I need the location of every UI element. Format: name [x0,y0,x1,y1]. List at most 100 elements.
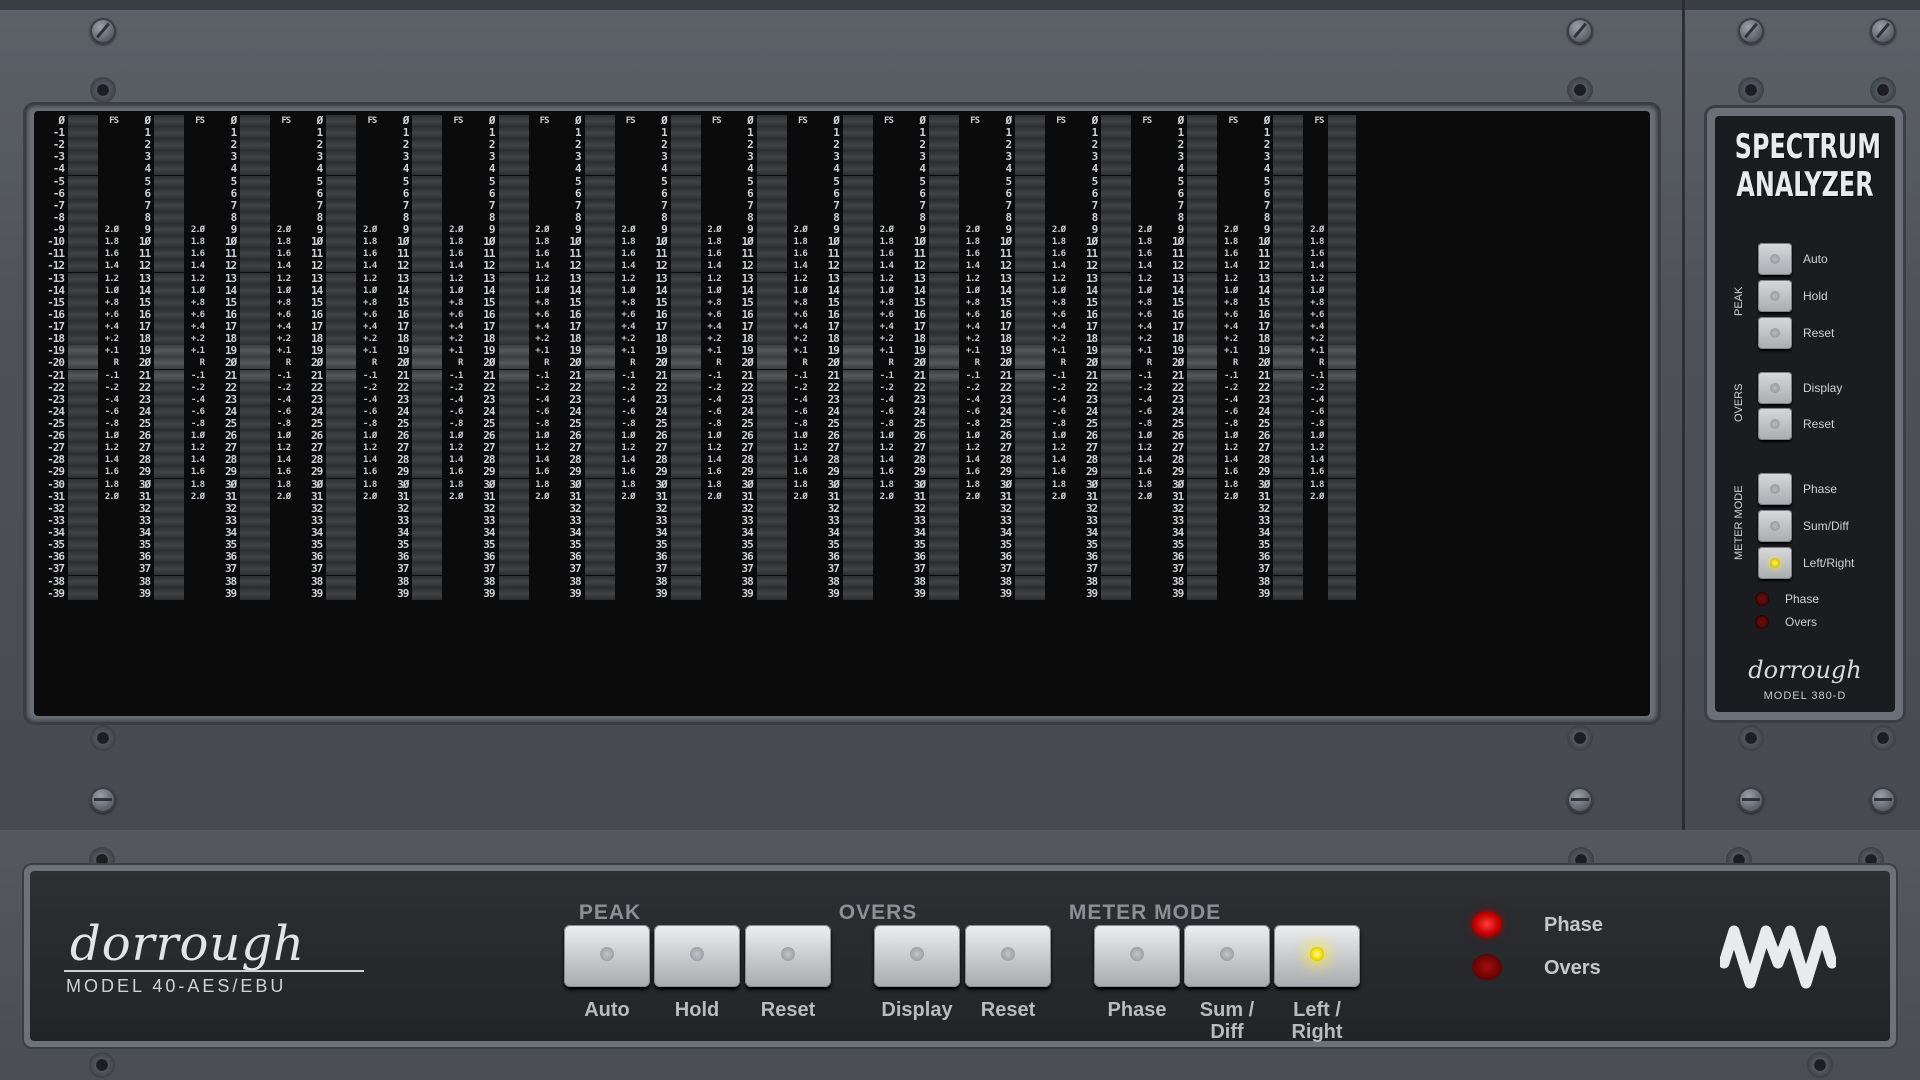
meter-segment [670,272,701,285]
db-tick-label: 6 [316,186,324,200]
phase-tick-label: 2.Ø [535,225,549,236]
db-tick-label: 5 [919,174,926,188]
phase-tick-label: -.8 [190,419,205,429]
meter-segment [498,514,529,527]
meter-segment [1187,163,1218,176]
meter-segment [1101,163,1132,176]
db-tick-label: 23 [1172,392,1184,406]
meter-segment [498,527,529,540]
phase-tick-label: -.8 [965,419,980,429]
bolt-icon [1567,725,1593,751]
side-peak-reset-button[interactable] [1758,317,1792,349]
side-left-right-button[interactable] [1758,547,1792,579]
db-tick-label: 4 [402,162,410,176]
meter-segment [1101,587,1132,600]
side-auto-label: Auto [1803,252,1828,266]
meter-segment [240,272,271,285]
phase-tick-label: 1.6 [104,467,119,478]
phase-tick-label: 1.6 [621,467,635,478]
phase-tick-label: 1.Ø [1137,431,1152,442]
db-tick-label: 38 [397,574,409,588]
meter-segment [1273,369,1304,382]
meter-segment [1187,551,1218,564]
phase-tick-label: 2.Ø [879,491,894,502]
phase-tick-label: +.6 [363,309,377,320]
left-right-line-2: Right [1291,1021,1343,1043]
meter-segment [1273,163,1304,176]
side-auto-button[interactable] [1758,243,1792,275]
meter-segment [1327,490,1356,503]
meter-segment [1101,272,1132,285]
meter-segment [326,345,357,358]
side-phase-button[interactable] [1758,473,1792,505]
meter-segment [756,539,787,552]
phase-tick-label: +.1 [104,346,119,357]
overs-display-button[interactable] [874,925,960,987]
meter-segment [1187,127,1218,140]
db-tick-label: 22 [397,380,409,394]
meter-segment [670,454,701,467]
overs-reset-button[interactable] [965,925,1051,987]
db-tick-label: 6 [919,186,926,200]
meter-segment [1187,405,1218,418]
meter-segment [1327,199,1356,212]
meter-segment [584,127,615,140]
db-tick-label: 6 [574,186,582,200]
peak-hold-button[interactable] [654,925,740,987]
phase-tick-label: 2.Ø [879,225,894,236]
db-tick-label: 14 [483,283,495,297]
side-overs-reset-button[interactable] [1758,408,1792,440]
meter-segment [584,393,615,406]
phase-tick-label: +.1 [190,346,205,357]
meter-segment [929,296,959,309]
peak-reset-button[interactable] [745,925,831,987]
meter-segment [1101,248,1132,261]
meter-mode-phase-button[interactable] [1094,925,1180,987]
peak-auto-button[interactable] [564,925,650,987]
db-tick-label: 38 [483,574,495,588]
phase-led [1472,911,1502,937]
phase-tick-label: 1.2 [363,273,377,284]
meter-segment [1273,211,1304,224]
meter-segment [670,514,701,527]
meter-segment [756,296,787,309]
meter-segment [412,405,443,418]
db-tick-label: 13 [741,271,754,285]
meter-mode-sum-diff-button[interactable] [1184,925,1270,987]
db-tick-label: 23 [483,392,495,406]
phase-tick-label: 1.6 [1224,249,1238,260]
phase-tick-label: 1.4 [965,261,980,272]
meter-segment [584,224,615,237]
meter-segment [670,163,701,176]
meter-mode-phase-label: Phase [1107,999,1167,1021]
db-tick-label: 4 [574,162,582,176]
db-tick-label: 22 [741,380,754,394]
meter-mode-left-right-button[interactable] [1274,925,1360,987]
phase-tick-label: 1.4 [1051,261,1066,272]
meter-segment [240,248,271,261]
side-sum-diff-button[interactable] [1758,510,1792,542]
meter-segment [240,151,271,164]
meter-segment [498,321,529,334]
db-tick-label: 15 [311,295,323,309]
meter-segment [498,211,529,224]
meter-segment [68,430,98,443]
side-display-button[interactable] [1758,372,1792,404]
meter-segment [154,236,185,249]
level-bar [584,111,615,716]
meter-segment [1015,260,1046,273]
phase-tick-label: -.1 [276,370,291,381]
phase-tick-label: +.6 [1051,309,1066,320]
meter-segment [154,514,185,527]
spectrum-analyzer-title: SPECTRUM ANALYZER [1735,128,1881,204]
meter-segment [1187,442,1218,455]
side-hold-button[interactable] [1758,280,1792,312]
meter-segment [326,514,357,527]
meter-segment [68,345,98,358]
db-tick-label: 38 [1258,574,1270,588]
meter-segment [326,224,357,237]
meter-segment [68,442,98,455]
db-tick-label: 23 [1085,392,1098,406]
phase-tick-label: R [974,358,981,369]
meter-segment [412,260,443,273]
